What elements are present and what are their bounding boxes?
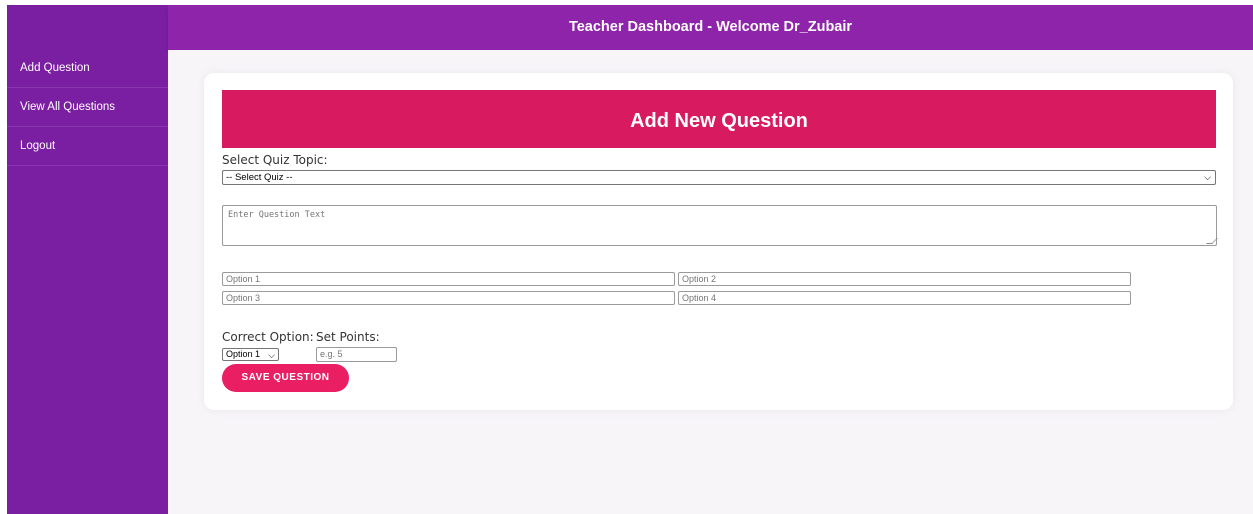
- correct-option-label: Correct Option:: [222, 330, 314, 344]
- question-text-placeholder: Enter Question Text: [228, 210, 326, 220]
- option-3-input[interactable]: Option 3: [222, 291, 675, 305]
- option-4-placeholder: Option 4: [682, 293, 717, 303]
- points-input[interactable]: e.g. 5: [316, 347, 397, 362]
- page-header: Teacher Dashboard - Welcome Dr_Zubair: [168, 5, 1253, 50]
- option-2-placeholder: Option 2: [682, 274, 717, 284]
- quiz-topic-select-value: -- Select Quiz --: [226, 172, 293, 183]
- quiz-topic-label: Select Quiz Topic:: [222, 153, 328, 167]
- points-placeholder: e.g. 5: [320, 349, 343, 359]
- resize-grip-icon[interactable]: [1206, 238, 1218, 244]
- sidebar-item-logout[interactable]: Logout: [7, 127, 168, 166]
- option-4-input[interactable]: Option 4: [678, 291, 1131, 305]
- question-text-input[interactable]: Enter Question Text: [222, 205, 1218, 246]
- option-3-placeholder: Option 3: [226, 293, 261, 303]
- option-2-input[interactable]: Option 2: [678, 272, 1131, 286]
- sidebar-item-view-all-questions[interactable]: View All Questions: [7, 88, 168, 127]
- main-content: Add New Question Select Quiz Topic: -- S…: [168, 50, 1253, 514]
- points-label: Set Points:: [316, 330, 380, 344]
- sidebar: Add Question View All Questions Logout: [7, 5, 168, 514]
- save-question-button[interactable]: SAVE QUESTION: [222, 364, 349, 392]
- chevron-down-icon: ⌵: [1204, 172, 1211, 182]
- sidebar-item-add-question[interactable]: Add Question: [7, 49, 168, 88]
- option-1-placeholder: Option 1: [226, 274, 261, 284]
- correct-option-select[interactable]: Option 1 ⌵: [222, 348, 279, 361]
- quiz-topic-select[interactable]: -- Select Quiz -- ⌵: [222, 170, 1216, 185]
- card-title: Add New Question: [222, 90, 1216, 148]
- correct-option-value: Option 1: [226, 349, 261, 359]
- chevron-down-icon: ⌵: [268, 350, 275, 360]
- add-question-card: Add New Question Select Quiz Topic: -- S…: [204, 73, 1233, 410]
- page-title: Teacher Dashboard - Welcome Dr_Zubair: [568, 19, 853, 35]
- option-1-input[interactable]: Option 1: [222, 272, 675, 286]
